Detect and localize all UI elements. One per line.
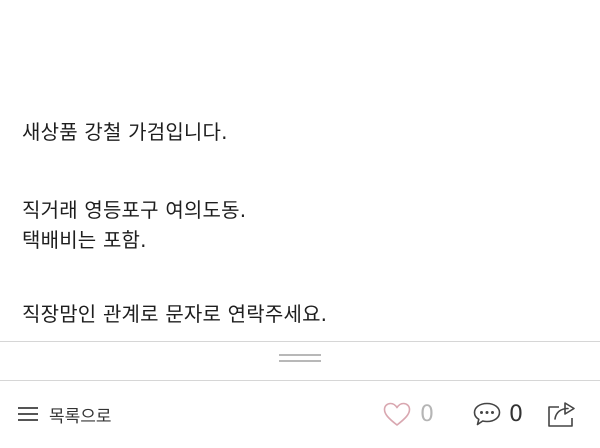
drag-handle[interactable] bbox=[279, 353, 321, 363]
share-icon bbox=[548, 402, 575, 427]
like-button[interactable]: 0 bbox=[383, 399, 434, 429]
drag-handle-bar bbox=[279, 354, 321, 356]
content-divider bbox=[0, 341, 600, 342]
like-count: 0 bbox=[420, 401, 434, 427]
back-to-list-label: 목록으로 bbox=[49, 406, 112, 427]
comment-button[interactable]: 0 bbox=[472, 399, 523, 429]
post-text-line: 직장맘인 관계로 문자로 연락주세요. bbox=[22, 302, 328, 326]
hamburger-menu-icon bbox=[18, 406, 38, 422]
post-text-line: 직거래 영등포구 여의도동. bbox=[22, 198, 247, 222]
drag-handle-bar bbox=[279, 360, 321, 362]
post-view: 새상품 강철 가검입니다. 직거래 영등포구 여의도동. 택배비는 포함. 직장… bbox=[0, 0, 600, 448]
heart-icon bbox=[383, 402, 411, 426]
comment-count: 0 bbox=[509, 401, 523, 427]
post-text-line: 새상품 강철 가검입니다. bbox=[22, 120, 228, 144]
share-button[interactable] bbox=[545, 398, 579, 430]
post-text-line: 택배비는 포함. bbox=[22, 228, 147, 252]
back-to-list-button[interactable]: 목록으로 bbox=[18, 399, 112, 429]
bottom-toolbar: 목록으로 0 0 bbox=[0, 381, 600, 448]
speech-bubble-icon bbox=[473, 402, 501, 426]
